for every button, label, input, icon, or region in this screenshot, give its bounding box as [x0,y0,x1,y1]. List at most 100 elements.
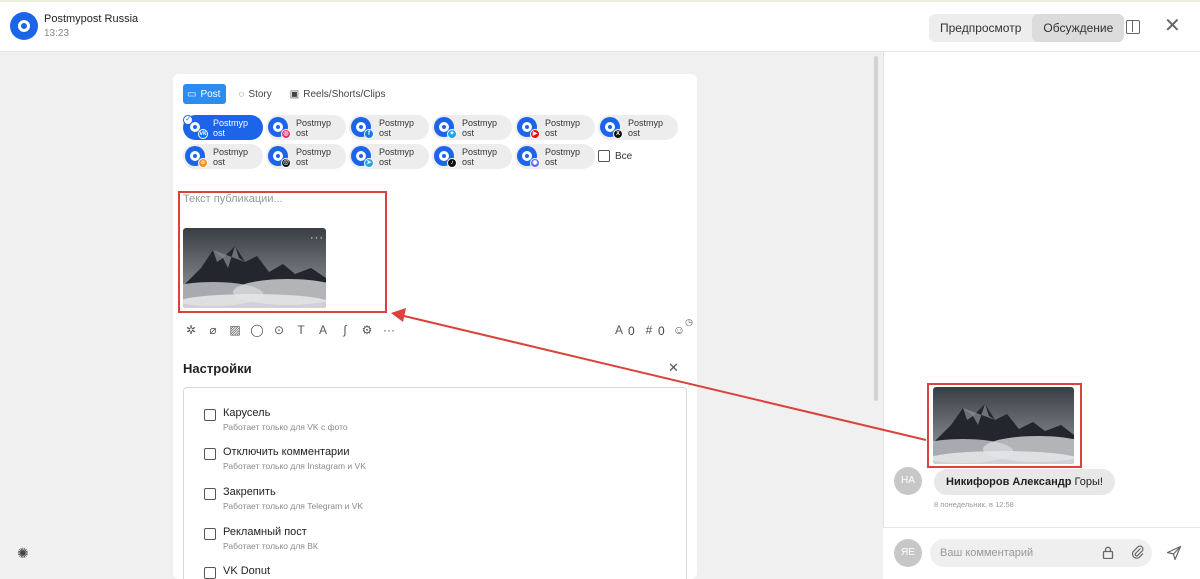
settings-title: Настройки [183,361,252,376]
tab-story[interactable]: ◌ Story [234,84,277,104]
account-chip-telegram[interactable]: ➤ Postmyp ost [349,144,429,169]
media-more-icon[interactable]: ··· [310,232,324,244]
story-ring-icon: ◌ [238,88,245,100]
gear-icon[interactable]: ⚙ [359,322,375,338]
char-count-icon: A [614,323,623,337]
tab-reels[interactable]: ▣ Reels/Shorts/Clips [286,84,392,104]
option-hint: Работает только для ВК [223,541,318,551]
send-icon[interactable] [1166,545,1182,561]
ai-sparkle-icon[interactable]: ✲ [183,322,199,338]
select-all[interactable]: Все [598,150,632,162]
view-toggle: Предпросмотр Обсуждение [929,14,1125,42]
close-icon[interactable]: ✕ [1164,16,1181,36]
vk-icon: vk [198,129,208,139]
hashtag-count: 0 [658,324,665,338]
account-name: Postmyp ost [545,147,581,167]
post-text-input[interactable]: Текст публикации... [183,193,283,205]
settings-close-icon[interactable]: ✕ [668,360,679,376]
my-avatar: ЯЕ [894,539,922,567]
account-name: Postmyp ost [379,147,415,167]
comment-input[interactable] [930,539,1152,567]
tab-story-label: Story [248,88,272,100]
comment-image[interactable] [933,387,1074,464]
option-label: VK Donut [223,565,271,577]
account-title: Postmypost Russia [44,13,139,25]
account-name: Postmyp ost [462,147,498,167]
instagram-icon: ◎ [281,129,291,139]
comment-bubble: Никифоров Александр Горы! [934,469,1115,495]
disable-comments-checkbox[interactable] [204,448,216,460]
speech-bubble-icon[interactable]: ◯ [249,322,265,338]
comment-author: Никифоров Александр [946,476,1072,488]
hashtag-icon: # [645,323,653,337]
discord-icon: ◉ [530,158,540,168]
settings-panel: Карусель Работает только для VK с фото О… [183,387,687,579]
more-icon[interactable]: ··· [381,322,397,338]
image-icon[interactable]: ▨ [227,322,243,338]
account-name: Postmyp ost [628,118,664,138]
video-icon: ▣ [289,88,300,100]
pin-checkbox[interactable] [204,488,216,500]
composer-card: ▭ Post ◌ Story ▣ Reels/Shorts/Clips vk ✓ P… [173,74,697,579]
option-label: Карусель [223,407,271,419]
signature-icon[interactable]: ∫ [337,322,353,338]
account-chip-odnoklassniki[interactable]: o Postmyp ost [183,144,263,169]
youtube-icon: ▶ [530,129,540,139]
account-chip-tiktok[interactable]: ♪ Postmyp ost [432,144,512,169]
postmypost-logo-icon [10,12,38,40]
schedule-clock-icon[interactable]: ◷ [681,314,697,330]
account-name: Postmyp ost [213,118,249,138]
lock-icon[interactable] [1102,546,1114,559]
comment-date: 8 понедельник, в 12:58 [934,500,1014,509]
font-size-icon[interactable]: A [315,322,331,338]
attach-icon[interactable]: ⌀ [205,322,221,338]
mountain-image [933,387,1074,464]
ad-post-checkbox[interactable] [204,528,216,540]
x-icon: X [613,129,623,139]
top-bar: Postmypost Russia 13:23 Предпросмотр Обс… [0,0,1200,52]
account-chip-bluesky[interactable]: ✦ Postmyp ost [432,115,512,140]
account-chip-discord[interactable]: ◉ Postmyp ost [515,144,595,169]
option-label: Закрепить [223,486,276,498]
theme-sun-icon[interactable]: ✺ [17,545,29,562]
threads-icon: @ [281,158,291,168]
option-label: Рекламный пост [223,526,307,538]
split-panel-icon[interactable] [1126,20,1140,34]
selected-check-icon: ✓ [183,115,193,125]
account-chip-vk[interactable]: vk ✓ Postmyp ost [183,115,263,140]
facebook-icon: f [364,129,374,139]
discussion-panel [883,52,1200,579]
attach-icon[interactable] [1131,545,1145,559]
account-chip-x[interactable]: X Postmyp ost [598,115,678,140]
text-format-icon[interactable]: T [293,322,309,338]
attached-media-thumbnail[interactable] [183,228,326,308]
vk-donut-checkbox[interactable] [204,567,216,579]
account-chip-youtube[interactable]: ▶ Postmyp ost [515,115,595,140]
post-type-tabs: ▭ Post ◌ Story ▣ Reels/Shorts/Clips [183,84,391,104]
author-avatar: НА [894,467,922,495]
discussion-button[interactable]: Обсуждение [1032,14,1125,42]
account-name: Postmyp ost [296,147,332,167]
mountain-image [183,228,326,308]
select-all-checkbox[interactable] [598,150,610,162]
option-hint: Работает только для Instagram и VK [223,461,366,471]
comment-text: Горы! [1074,476,1103,488]
account-chip-instagram[interactable]: ◎ Postmyp ost [266,115,346,140]
char-count: 0 [628,324,635,338]
workspace-scrollbar[interactable] [874,56,878,401]
location-icon[interactable]: ⊙ [271,322,287,338]
post-time: 13:23 [44,28,70,39]
carousel-checkbox[interactable] [204,409,216,421]
account-chip-threads[interactable]: @ Postmyp ost [266,144,346,169]
account-name: Postmyp ost [213,147,249,167]
tab-reels-label: Reels/Shorts/Clips [303,88,386,100]
bluesky-icon: ✦ [447,129,457,139]
preview-button[interactable]: Предпросмотр [929,14,1032,42]
tiktok-icon: ♪ [447,158,457,168]
editor-toolbar: ✲ ⌀ ▨ ◯ ⊙ T A ∫ ⚙ ··· A 0 # 0 ☺ ◷ [183,317,693,342]
option-hint: Работает только для Telegram и VK [223,501,364,511]
tab-post-label: Post [200,88,221,100]
account-chip-facebook[interactable]: f Postmyp ost [349,115,429,140]
tab-post[interactable]: ▭ Post [183,84,227,104]
account-name: Postmyp ost [462,118,498,138]
